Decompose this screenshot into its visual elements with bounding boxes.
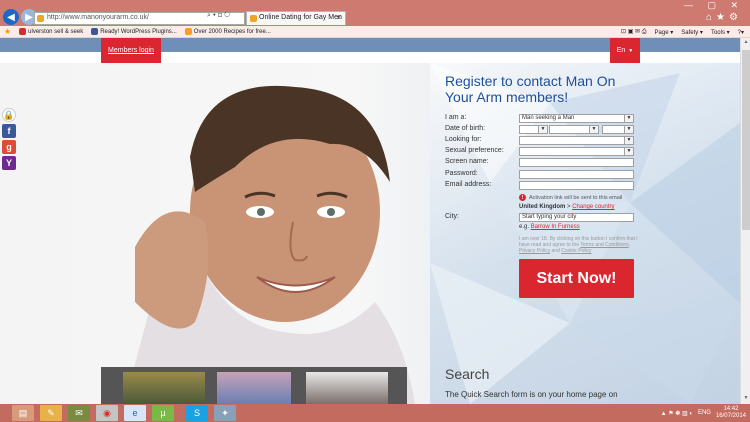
search-text: The Quick Search form is on your home pa… — [445, 390, 618, 399]
dob-month-select[interactable]: ▼ — [549, 125, 599, 134]
cookie-link[interactable]: Cookie Policy — [561, 248, 591, 254]
activation-note-text: Activation link will be sent to this ema… — [529, 194, 623, 201]
label-looking: Looking for: — [445, 136, 482, 143]
dob-day-select[interactable]: ▼ — [519, 125, 548, 134]
city-input[interactable]: Start typing your city — [519, 213, 634, 222]
label-city: City: — [445, 213, 459, 220]
favorite-icon — [184, 28, 192, 35]
member-photo[interactable] — [306, 372, 388, 404]
chevron-down-icon: ▼ — [624, 148, 633, 155]
favorite-icon — [19, 28, 27, 35]
favorite-icon — [91, 28, 99, 35]
chrome-icon[interactable]: ◉ — [96, 405, 118, 421]
chevron-down-icon: ▼ — [628, 47, 634, 54]
search-title: Search — [445, 366, 490, 382]
windows-taskbar: ▤ ✎ ✉ ◉ e µ S ✦ ▲ ⚑ ✽ ▥ ◐ ENG 14:42 16/0… — [0, 404, 750, 422]
social-sidebar: 🔒 f g Y — [2, 108, 18, 170]
chevron-down-icon: ▼ — [538, 126, 547, 133]
facebook-icon[interactable]: f — [2, 124, 16, 138]
address-url: http://www.manonyourarm.co.uk/ — [47, 14, 149, 21]
privacy-link[interactable]: Privacy Policy — [519, 248, 550, 254]
media-icon[interactable]: ✉ — [68, 405, 90, 421]
app-icon[interactable]: ✦ — [214, 405, 236, 421]
office-icon[interactable]: ✎ — [40, 405, 62, 421]
hero-man-image — [125, 85, 415, 404]
email-input[interactable] — [519, 181, 634, 190]
country-name: United Kingdom — [519, 204, 566, 210]
chevron-down-icon: ▼ — [589, 126, 598, 133]
tab-close-icon[interactable]: × — [336, 13, 341, 22]
i-am-select[interactable]: Man seeking a Man ▼ — [519, 114, 634, 123]
screen-name-input[interactable] — [519, 158, 634, 167]
language-label: En — [616, 47, 626, 54]
cmd-page[interactable]: Page ▾ — [655, 29, 674, 36]
warning-icon: ! — [519, 194, 526, 201]
command-bar: ⊡ ▣ ✉ ⎙ Page ▾ Safety ▾ Tools ▾ ?▾ — [621, 26, 744, 38]
start-now-button[interactable]: Start Now! — [519, 259, 634, 298]
register-title: Register to contact Man On Your Arm memb… — [445, 73, 616, 105]
cmd-tools[interactable]: Tools ▾ — [711, 29, 730, 36]
change-country-link[interactable]: Change country — [572, 204, 614, 210]
i-am-value: Man seeking a Man — [522, 115, 575, 121]
utorrent-icon[interactable]: µ — [152, 405, 174, 421]
label-email: Email address: — [445, 181, 492, 188]
dob-year-select[interactable]: ▼ — [602, 125, 634, 134]
tray-icons[interactable]: ▲ ⚑ ✽ ▥ ◐ — [661, 410, 693, 417]
city-example: e.g. Barrow In Furness — [519, 224, 580, 230]
vertical-scrollbar[interactable]: ▲ ▼ — [740, 38, 750, 404]
explorer-icon[interactable]: ▤ — [12, 405, 34, 421]
cmd-safety[interactable]: Safety ▾ — [681, 29, 703, 36]
skype-icon[interactable]: S — [186, 405, 208, 421]
help-icon[interactable]: ?▾ — [738, 29, 744, 36]
window-controls[interactable]: — ▢ ✕ — [684, 0, 744, 11]
system-tray: ▲ ⚑ ✽ ▥ ◐ ENG 14:42 16/07/2014 — [661, 405, 746, 421]
tab-favicon — [250, 15, 257, 22]
label-screen: Screen name: — [445, 158, 489, 165]
members-login-button[interactable]: Members login — [101, 38, 161, 63]
label-sexual: Sexual preference: — [445, 147, 504, 154]
web-page: Members login En ▼ 🔒 f g Y Register to c… — [0, 38, 740, 404]
browser-tab[interactable]: Online Dating for Gay Men × — [246, 11, 346, 25]
chevron-down-icon: ▼ — [624, 126, 633, 133]
scroll-thumb[interactable] — [742, 50, 750, 230]
favorites-star-icon[interactable]: ★ — [4, 27, 11, 36]
chevron-down-icon: ▼ — [624, 115, 633, 122]
password-input[interactable] — [519, 170, 634, 179]
favorite-item-3[interactable]: Over 2000 Recipes for free... — [184, 28, 271, 35]
label-dob: Date of birth: — [445, 125, 486, 132]
back-icon[interactable]: ◀ — [3, 9, 19, 25]
lock-icon[interactable]: 🔒 — [2, 108, 16, 122]
site-favicon — [37, 15, 44, 22]
sexual-preference-select[interactable]: ▼ — [519, 147, 634, 156]
favorite-item-1[interactable]: ulverston sell & seek — [19, 28, 83, 35]
member-photo[interactable] — [217, 372, 291, 404]
browser-toolbar-icons[interactable]: ⌂★⚙ — [706, 12, 742, 23]
looking-for-select[interactable]: ▼ — [519, 136, 634, 145]
address-tools-icons[interactable]: ⌕ ▾ ⊡ ↻ — [207, 12, 230, 20]
activation-note: ! Activation link will be sent to this e… — [519, 194, 622, 201]
label-password: Password: — [445, 170, 478, 177]
language-indicator[interactable]: ENG — [698, 410, 711, 416]
ie-icon[interactable]: e — [124, 405, 146, 421]
chevron-down-icon: ▼ — [624, 137, 633, 144]
language-selector[interactable]: En ▼ — [610, 38, 640, 63]
member-photo[interactable] — [123, 372, 205, 404]
yahoo-icon[interactable]: Y — [2, 156, 16, 170]
tab-title: Online Dating for Gay Men — [259, 14, 342, 21]
cmd-icons[interactable]: ⊡ ▣ ✉ ⎙ — [621, 28, 647, 36]
clock[interactable]: 14:42 16/07/2014 — [716, 406, 746, 420]
favorite-item-2[interactable]: Ready! WordPress Plugins... — [91, 28, 177, 35]
city-placeholder: Start typing your city — [522, 214, 577, 220]
country-line: United Kingdom > Change country — [519, 204, 615, 210]
label-i-am: I am a: — [445, 114, 467, 121]
terms-text: I am over 18. By clicking on this button… — [519, 236, 638, 254]
scroll-up-icon[interactable]: ▲ — [742, 39, 750, 47]
member-thumbnails — [101, 367, 407, 404]
scroll-down-icon[interactable]: ▼ — [742, 395, 750, 403]
google-plus-icon[interactable]: g — [2, 140, 16, 154]
city-example-link[interactable]: Barrow In Furness — [531, 224, 580, 230]
